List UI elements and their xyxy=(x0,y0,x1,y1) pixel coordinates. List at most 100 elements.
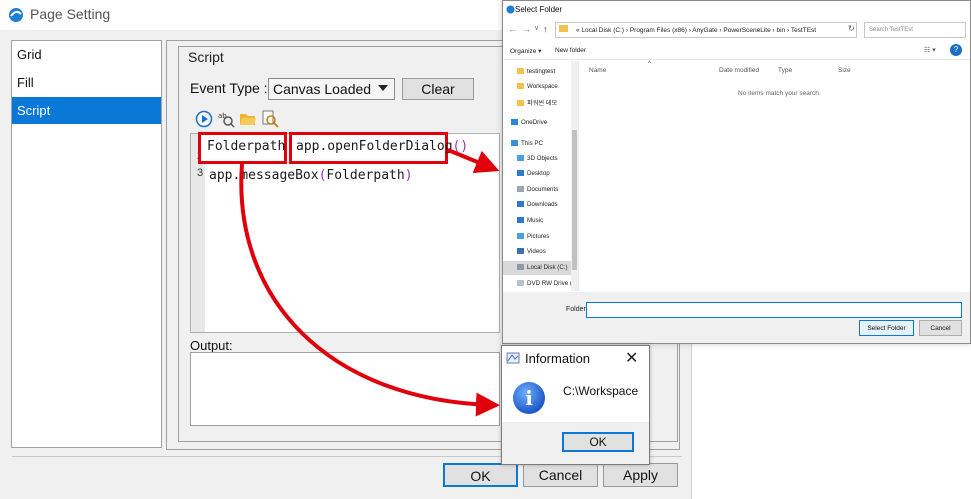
tree-item-label: OneDrive xyxy=(521,119,548,126)
back-arrow-icon[interactable]: ← xyxy=(508,24,517,34)
window-title: Page Setting xyxy=(30,6,111,22)
select-folder-cancel-button[interactable]: Cancel xyxy=(919,320,962,336)
nav-item-script[interactable]: Script xyxy=(12,97,161,124)
recent-dropdown-icon[interactable]: ∨ xyxy=(534,24,539,32)
tree-item[interactable]: Music xyxy=(503,214,571,228)
desktop-icon xyxy=(517,170,524,176)
information-message: C:\Workspace xyxy=(563,384,639,398)
code-argument: Folderpath xyxy=(326,168,405,183)
search-input[interactable]: Search TestTEst xyxy=(864,22,966,38)
select-folder-title: Select Folder xyxy=(515,5,563,14)
address-bar[interactable]: « Local Disk (C:) › Program Files (x86) … xyxy=(555,22,857,38)
tree-item[interactable]: DVD RW Drive (F xyxy=(503,277,571,291)
download-icon xyxy=(517,201,524,207)
tree-item-label: Music xyxy=(527,217,544,224)
output-console[interactable] xyxy=(190,352,500,426)
apply-button[interactable]: Apply xyxy=(603,463,678,487)
help-icon[interactable]: ? xyxy=(950,44,962,56)
tree-item-label: Desktop xyxy=(527,170,550,177)
column-header-date[interactable]: Date modified xyxy=(719,67,759,74)
code-line-1-call: app.openFolderDialog() xyxy=(296,139,468,154)
column-header-name[interactable]: Name xyxy=(589,67,606,74)
tree-item-label: Workspace xyxy=(527,83,558,90)
folder-input[interactable] xyxy=(586,302,962,318)
folder-icon xyxy=(517,83,524,89)
app-logo-icon xyxy=(9,8,23,22)
organize-menu[interactable]: Organize ▾ xyxy=(510,47,541,55)
output-label: Output: xyxy=(190,338,233,353)
column-header-size[interactable]: Size xyxy=(838,67,851,74)
forward-arrow-icon[interactable]: → xyxy=(522,24,531,34)
search-document-icon[interactable] xyxy=(261,110,279,128)
event-type-label: Event Type : xyxy=(190,80,268,96)
tree-item[interactable]: 3D Objects xyxy=(503,152,571,166)
tree-item-label: Downloads xyxy=(527,201,558,208)
tree-item[interactable]: OneDrive xyxy=(503,116,571,130)
up-arrow-icon[interactable]: ↑ xyxy=(543,24,548,34)
disk-icon xyxy=(517,264,524,270)
information-title: Information xyxy=(525,351,591,366)
sort-indicator-icon: ^ xyxy=(648,60,652,67)
tree-item-label: Local Disk (C:) xyxy=(527,264,568,271)
code-variable: Folderpath xyxy=(207,139,286,154)
column-header-type[interactable]: Type xyxy=(778,67,792,74)
pane-divider[interactable] xyxy=(578,61,579,291)
folder-icon xyxy=(559,25,568,32)
tree-item[interactable]: Videos xyxy=(503,245,571,259)
nav-item-fill[interactable]: Fill xyxy=(12,69,161,96)
cloud-icon xyxy=(511,119,518,125)
tree-item-label: Documents xyxy=(527,186,559,193)
tree-item-label: 파워씬 데모 xyxy=(527,100,558,107)
run-icon[interactable] xyxy=(195,110,213,128)
document-icon xyxy=(517,186,524,192)
folder-icon xyxy=(517,68,524,74)
nav-item-grid[interactable]: Grid xyxy=(12,41,161,68)
tree-item-label: This PC xyxy=(521,140,544,147)
clear-button[interactable]: Clear xyxy=(402,78,474,100)
close-icon[interactable]: ✕ xyxy=(625,348,638,368)
code-parens: () xyxy=(452,139,469,154)
tree-item[interactable]: Desktop xyxy=(503,167,571,181)
tree-item[interactable]: Documents xyxy=(503,183,571,197)
tree-item-label: 3D Objects xyxy=(527,155,558,162)
settings-nav-list: Grid Fill Script xyxy=(11,40,162,448)
scrollbar-thumb[interactable] xyxy=(572,130,577,270)
tree-item-label: testingtest xyxy=(527,68,556,75)
tree-item[interactable]: 파워씬 데모 xyxy=(503,95,571,109)
view-options-icon[interactable]: ☷ ▾ xyxy=(924,46,936,54)
chevron-down-icon xyxy=(378,85,388,91)
music-icon xyxy=(517,217,524,223)
tree-item[interactable]: Downloads xyxy=(503,198,571,212)
folder-icon xyxy=(517,100,524,106)
refresh-icon[interactable]: ↻ xyxy=(848,24,855,33)
info-icon: i xyxy=(513,382,545,414)
tree-item[interactable]: Local Disk (C:) xyxy=(503,261,571,275)
tree-item[interactable]: Pictures xyxy=(503,230,571,244)
ok-button[interactable]: OK xyxy=(443,463,518,487)
code-line-2: app.messageBox(Folderpath) xyxy=(209,168,413,183)
event-type-select[interactable]: Canvas Loaded xyxy=(268,78,395,100)
video-icon xyxy=(517,248,524,254)
pc-icon xyxy=(511,140,518,146)
tree-item[interactable]: Workspace xyxy=(503,80,571,94)
select-folder-button[interactable]: Select Folder xyxy=(859,320,914,336)
code-function: app.messageBox xyxy=(209,168,319,183)
new-folder-button[interactable]: New folder xyxy=(555,47,586,54)
code-function: app.openFolderDialog xyxy=(296,139,453,154)
script-section-title: Script xyxy=(188,49,224,65)
tree-item[interactable]: This PC xyxy=(503,137,571,151)
tree-item-label: Pictures xyxy=(527,233,550,240)
open-folder-icon[interactable] xyxy=(239,110,257,128)
svg-text:ab: ab xyxy=(218,112,227,120)
tree-item-label: DVD RW Drive (F xyxy=(527,280,571,287)
cancel-button[interactable]: Cancel xyxy=(523,463,598,487)
app-window-icon xyxy=(506,352,520,364)
information-ok-button[interactable]: OK xyxy=(562,432,634,452)
tree-item-label: Videos xyxy=(527,248,546,255)
tree-item[interactable]: testingtest xyxy=(503,65,571,79)
dvd-icon xyxy=(517,280,524,286)
find-replace-icon[interactable]: ab xyxy=(217,110,235,128)
empty-results-message: No items match your search. xyxy=(738,90,821,97)
cube-icon xyxy=(517,155,524,161)
app-logo-icon xyxy=(506,5,515,14)
